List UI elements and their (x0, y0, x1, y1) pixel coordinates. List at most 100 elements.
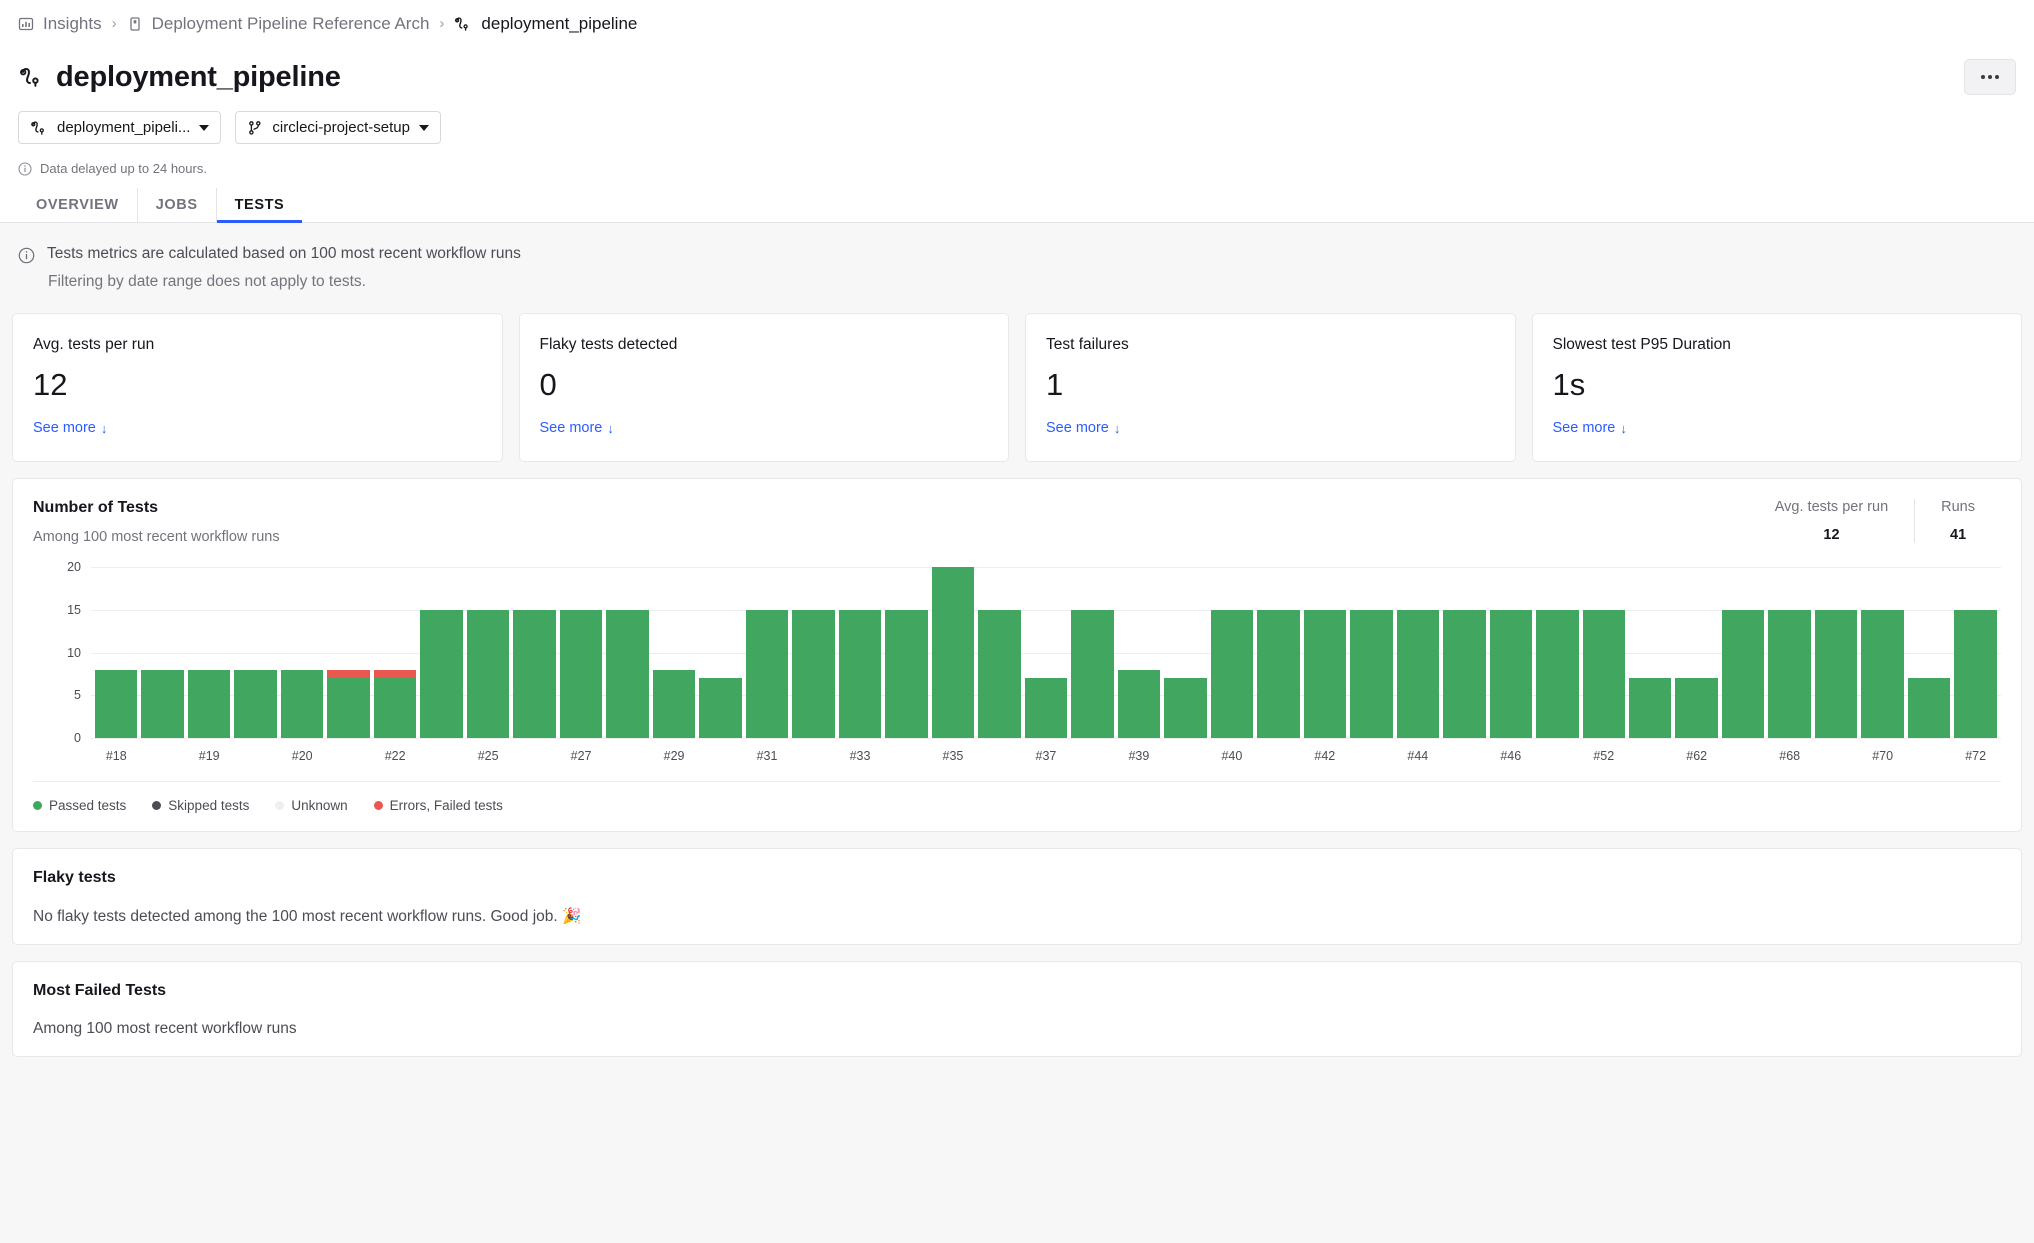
number-of-tests-chart: 0 5 10 15 20 #18 #19 #20 #22 #25 #27 #29 #31 #33 #35 #… (33, 560, 2001, 767)
chart-bar[interactable] (420, 567, 463, 739)
bar-segment-passed-tests (327, 678, 370, 739)
bar-segment-passed-tests (1303, 609, 1347, 739)
legend-item-unknown[interactable]: Unknown (275, 798, 348, 814)
legend-item-passed-tests[interactable]: Passed tests (33, 798, 126, 813)
chart-bar[interactable] (1303, 567, 1347, 739)
breadcrumb-item-insights[interactable]: Insights (18, 14, 102, 34)
chart-bar[interactable] (1117, 567, 1161, 739)
card-label: Avg. tests per run (33, 336, 155, 353)
bar-segment-passed-tests (838, 609, 882, 739)
tab-overview[interactable]: OVERVIEW (18, 188, 138, 222)
tests-info-line1: Tests metrics are calculated based on 10… (47, 245, 521, 262)
chart-bar[interactable] (1675, 567, 1718, 739)
chart-bar[interactable] (466, 567, 510, 739)
chart-bar[interactable] (141, 567, 184, 739)
filters-row: deployment_pipeli... circleci-project-se… (0, 95, 2034, 144)
x-axis-label (1071, 743, 1113, 767)
branch-selector-label: circleci-project-setup (272, 119, 410, 136)
chart-bar[interactable] (606, 567, 649, 739)
chart-bar[interactable] (513, 567, 556, 739)
branch-selector[interactable]: circleci-project-setup (235, 111, 441, 144)
chart-bar[interactable] (187, 567, 231, 739)
x-axis-label: #40 (1221, 749, 1243, 764)
stat-label: Avg. tests per run (1774, 499, 1889, 516)
stat-runs: Runs 41 (1914, 499, 2001, 544)
bar-segment-passed-tests (466, 609, 510, 739)
chart-bar[interactable] (1443, 567, 1486, 739)
kebab-dot-1 (1981, 75, 1985, 79)
chart-bar[interactable] (559, 567, 603, 739)
chart-bar[interactable] (1210, 567, 1254, 739)
tab-jobs[interactable]: JOBS (138, 188, 217, 222)
number-of-tests-panel: Number of Tests Among 100 most recent wo… (12, 478, 2022, 833)
card-label: Test failures (1046, 336, 1129, 353)
chart-bar[interactable] (1954, 567, 1997, 739)
chart-bar[interactable] (1721, 567, 1765, 739)
chart-bar[interactable] (652, 567, 696, 739)
bar-segment-passed-tests (1443, 609, 1486, 739)
x-axis-label: #39 (1128, 749, 1150, 764)
bar-segment-passed-tests (1954, 609, 1997, 739)
legend-label: Skipped tests (168, 798, 250, 814)
bar-segment-passed-tests (699, 678, 742, 739)
breadcrumb-item-org[interactable]: Deployment Pipeline Reference Arch (127, 14, 429, 34)
chart-bar[interactable] (1628, 567, 1672, 739)
arrow-down-icon: ↓ (1620, 420, 1627, 436)
chart-bar[interactable] (792, 567, 835, 739)
legend-item-skipped-tests[interactable]: Skipped tests (152, 798, 249, 813)
bar-segment-passed-tests (1861, 609, 1904, 739)
card-value: 1s (1552, 367, 1586, 402)
chart-bar[interactable] (885, 567, 928, 739)
chart-bar[interactable] (1350, 567, 1393, 739)
chart-bar[interactable] (1164, 567, 1207, 739)
chart-bar[interactable] (1071, 567, 1114, 739)
bar-segment-passed-tests (1210, 609, 1254, 739)
chart-bar[interactable] (838, 567, 882, 739)
chart-bar[interactable] (95, 567, 138, 739)
tests-info-line2: Filtering by date range does not apply t… (48, 273, 366, 290)
more-options-button[interactable] (1964, 59, 2016, 95)
tab-bar: OVERVIEW JOBS TESTS (0, 176, 2034, 223)
most-failed-tests-body: Among 100 most recent workflow runs (33, 1020, 297, 1038)
chart-bar[interactable] (280, 567, 324, 739)
chart-bar[interactable] (327, 567, 370, 739)
chart-bar[interactable] (1907, 567, 1951, 739)
tab-tests[interactable]: TESTS (216, 188, 303, 223)
legend-dot-icon (33, 801, 42, 811)
chart-bar[interactable] (1814, 567, 1858, 739)
chart-bar[interactable] (699, 567, 742, 739)
chart-bar[interactable] (745, 567, 789, 739)
chart-bar[interactable] (1024, 567, 1068, 739)
see-more-link-avg-tests[interactable]: See more ↓ (33, 420, 107, 436)
chart-bar[interactable] (234, 567, 277, 739)
see-more-link-flaky-tests[interactable]: See more ↓ (540, 420, 614, 436)
y-axis-tick-0: 0 (74, 731, 81, 746)
legend-item-errors-failed-tests[interactable]: Errors, Failed tests (373, 798, 503, 813)
bar-segment-passed-tests (95, 669, 138, 739)
x-axis-label: #72 (1965, 749, 1987, 764)
chart-bar[interactable] (931, 567, 975, 739)
chart-bar[interactable] (1257, 567, 1300, 739)
workflow-selector[interactable]: deployment_pipeli... (18, 111, 222, 144)
chart-bar[interactable] (978, 567, 1021, 739)
chart-bar[interactable] (1396, 567, 1440, 739)
chart-bar[interactable] (373, 567, 417, 739)
stat-value: 41 (1950, 527, 1967, 544)
x-axis-label: #25 (477, 749, 499, 764)
x-axis-label (1536, 743, 1578, 767)
chart-bar[interactable] (1768, 567, 1811, 739)
chart-bar[interactable] (1582, 567, 1625, 739)
bar-segment-passed-tests (978, 609, 1021, 739)
breadcrumb: Insights › Deployment Pipeline Reference… (0, 0, 2034, 47)
x-axis-label: #52 (1593, 749, 1615, 764)
breadcrumb-insights-label: Insights (43, 13, 102, 33)
chart-bar[interactable] (1489, 567, 1533, 739)
see-more-link-test-failures[interactable]: See more ↓ (1046, 420, 1120, 436)
see-more-link-slowest-test[interactable]: See more ↓ (1553, 420, 1627, 436)
chart-bar[interactable] (1536, 567, 1579, 739)
legend-label: Unknown (291, 798, 348, 814)
chart-x-axis-labels: #18 #19 #20 #22 #25 #27 #29 #31 #33 #35 #37 #39 #40 #… (91, 743, 2001, 767)
x-axis-label (978, 743, 1020, 767)
x-axis-label: #35 (942, 749, 964, 764)
chart-bar[interactable] (1861, 567, 1904, 739)
